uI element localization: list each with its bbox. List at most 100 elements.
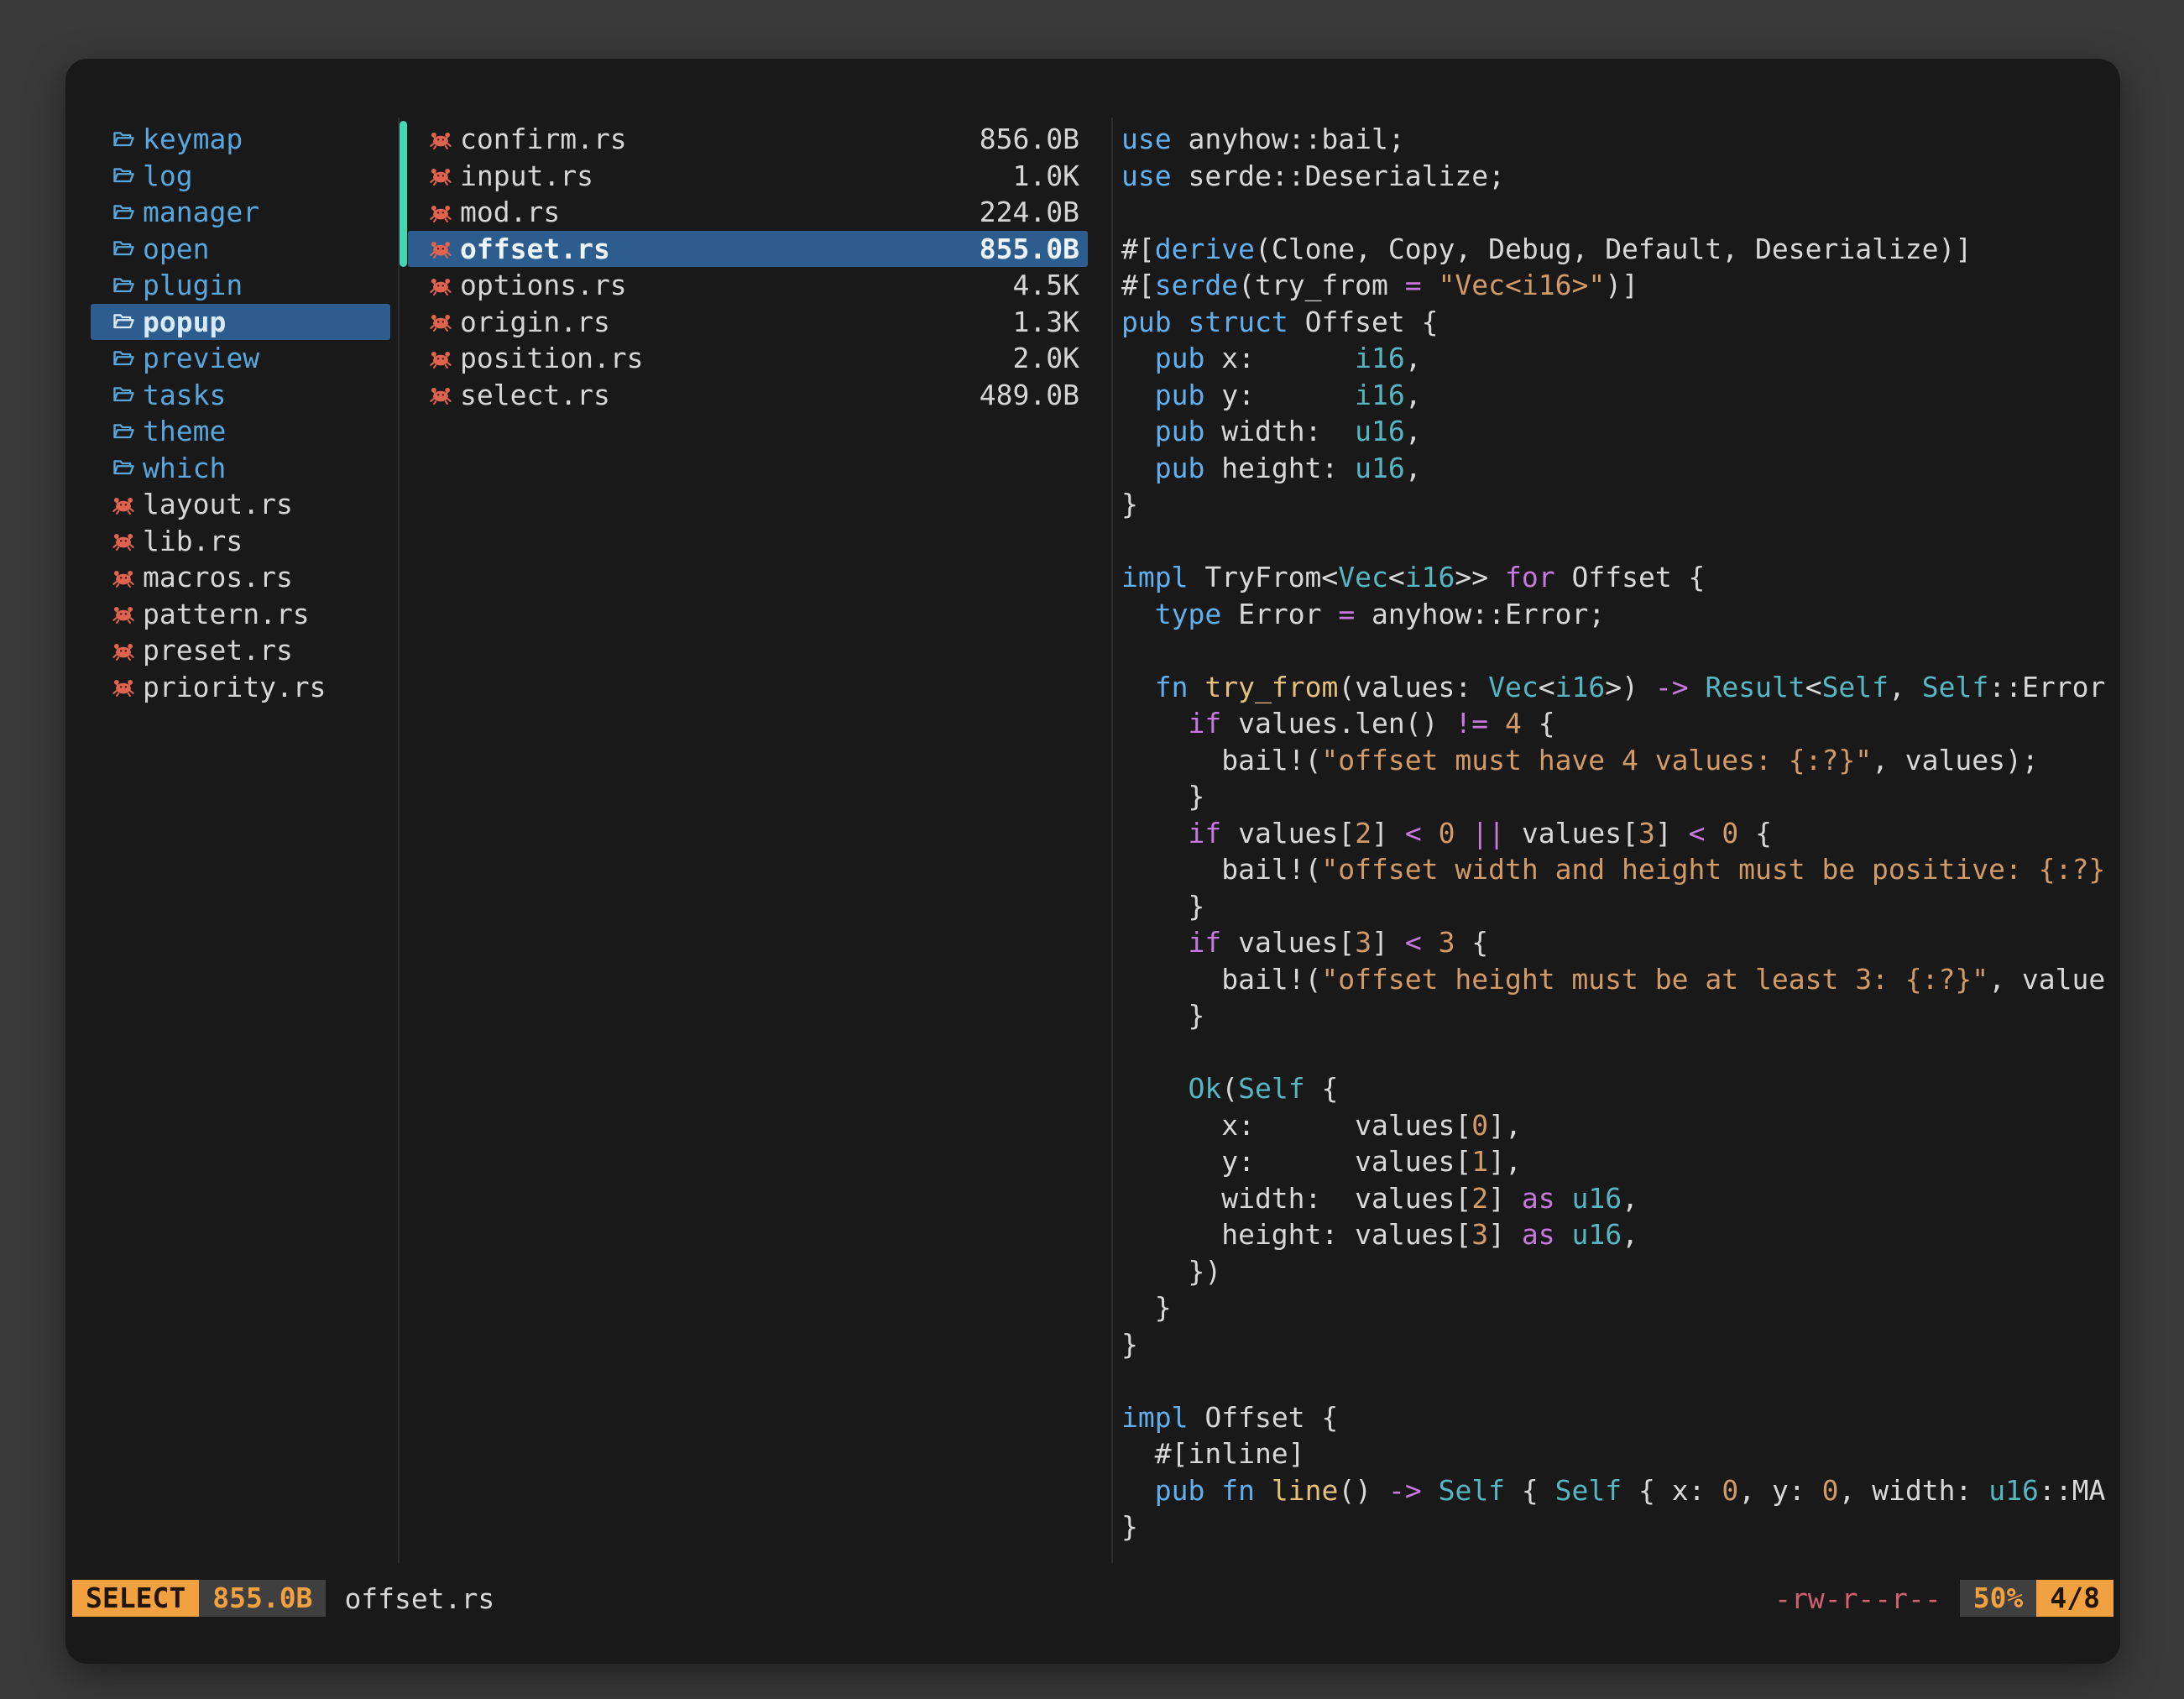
parent-item-pattern.rs[interactable]: pattern.rs xyxy=(91,596,390,633)
code-line: } xyxy=(1121,1289,2113,1326)
code-line: y: values[1], xyxy=(1121,1143,2113,1180)
file-item-origin.rs[interactable]: origin.rs 1.3K xyxy=(408,304,1088,341)
parent-item-plugin[interactable]: plugin xyxy=(91,267,390,304)
item-label: pattern.rs xyxy=(143,598,310,630)
parent-item-open[interactable]: open xyxy=(91,231,390,268)
item-label: plugin xyxy=(143,269,243,301)
code-line: width: values[2] as u16, xyxy=(1121,1180,2113,1217)
file-size: 2.0K xyxy=(1013,342,1079,374)
code-line: #[derive(Clone, Copy, Debug, Default, De… xyxy=(1121,231,2113,268)
rust-crab-icon xyxy=(112,675,135,698)
rust-crab-icon xyxy=(429,237,452,260)
code-line: pub y: i16, xyxy=(1121,377,2113,414)
parent-item-keymap[interactable]: keymap xyxy=(91,121,390,158)
code-line: pub width: u16, xyxy=(1121,413,2113,450)
item-label: priority.rs xyxy=(143,671,327,703)
file-item-position.rs[interactable]: position.rs2.0K xyxy=(408,340,1088,377)
code-line: impl TryFrom<Vec<i16>> for Offset { xyxy=(1121,559,2113,596)
pane-separator-right xyxy=(1111,118,1113,1563)
scrollbar[interactable] xyxy=(400,121,407,267)
rust-crab-icon xyxy=(429,347,452,370)
folder-open-icon xyxy=(112,383,135,406)
file-name: input.rs xyxy=(460,159,593,192)
item-label: preset.rs xyxy=(143,634,293,667)
item-label: popup xyxy=(143,306,226,338)
folder-open-icon xyxy=(112,310,135,333)
current-pane: confirm.rs856.0Binput.rs1.0Kmod.rs 224.0B… xyxy=(408,121,1088,413)
code-line: } xyxy=(1121,888,2113,925)
parent-item-theme[interactable]: theme xyxy=(91,413,390,450)
code-line: } xyxy=(1121,778,2113,815)
parent-item-layout.rs[interactable]: layout.rs xyxy=(91,486,390,523)
folder-open-icon xyxy=(112,420,135,443)
folder-open-icon xyxy=(112,456,135,479)
parent-item-which[interactable]: which xyxy=(91,450,390,487)
preview-pane: use anyhow::bail;use serde::Deserialize;… xyxy=(1121,121,2113,1586)
code-line xyxy=(1121,632,2113,669)
parent-item-tasks[interactable]: tasks xyxy=(91,377,390,414)
code-line: height: values[3] as u16, xyxy=(1121,1216,2113,1253)
code-line: use serde::Deserialize; xyxy=(1121,158,2113,195)
code-line: type Error = anyhow::Error; xyxy=(1121,596,2113,633)
file-name: offset.rs xyxy=(460,233,610,265)
item-label: keymap xyxy=(143,123,243,155)
code-line: } xyxy=(1121,997,2113,1034)
parent-item-log[interactable]: log xyxy=(91,158,390,195)
parent-item-manager[interactable]: manager xyxy=(91,194,390,231)
file-name: mod.rs xyxy=(460,196,560,228)
code-line: impl Offset { xyxy=(1121,1399,2113,1436)
parent-item-macros.rs[interactable]: macros.rs xyxy=(91,559,390,596)
file-permissions: -rw-r--r-- xyxy=(1774,1582,1941,1615)
parent-item-preset.rs[interactable]: preset.rs xyxy=(91,632,390,669)
code-line: }) xyxy=(1121,1253,2113,1290)
item-label: tasks xyxy=(143,379,226,411)
file-size: 224.0B xyxy=(980,196,1079,228)
code-line: if values[2] < 0 || values[3] < 0 { xyxy=(1121,815,2113,852)
file-name: origin.rs xyxy=(460,306,610,338)
code-line xyxy=(1121,523,2113,560)
rust-crab-icon xyxy=(429,201,452,224)
code-line: fn try_from(values: Vec<i16>) -> Result<… xyxy=(1121,669,2113,706)
file-name: select.rs xyxy=(460,379,610,411)
code-line: pub height: u16, xyxy=(1121,450,2113,487)
item-label: layout.rs xyxy=(143,488,293,520)
file-item-select.rs[interactable]: select.rs489.0B xyxy=(408,377,1088,414)
code-line: Ok(Self { xyxy=(1121,1070,2113,1107)
status-bar: SELECT 855.0B offset.rs -rw-r--r-- 50% 4… xyxy=(72,1580,2113,1617)
code-line: pub fn line() -> Self { Self { x: 0, y: … xyxy=(1121,1472,2113,1509)
code-line: if values[3] < 3 { xyxy=(1121,924,2113,961)
parent-item-popup[interactable]: popup xyxy=(91,304,390,341)
scroll-percent-badge: 50% xyxy=(1960,1580,2037,1617)
status-bar-right: -rw-r--r-- 50% 4/8 xyxy=(1774,1580,2113,1617)
rust-crab-icon xyxy=(112,639,135,662)
file-item-confirm.rs[interactable]: confirm.rs856.0B xyxy=(408,121,1088,158)
code-line: pub struct Offset { xyxy=(1121,304,2113,341)
parent-item-priority.rs[interactable]: priority.rs xyxy=(91,669,390,706)
file-name: options.rs xyxy=(460,269,627,301)
rust-crab-icon xyxy=(112,493,135,516)
file-size: 1.3K xyxy=(1013,306,1079,338)
file-item-offset.rs[interactable]: offset.rs855.0B xyxy=(408,231,1088,268)
file-name: confirm.rs xyxy=(460,123,627,155)
file-item-mod.rs[interactable]: mod.rs 224.0B xyxy=(408,194,1088,231)
item-label: lib.rs xyxy=(143,525,243,557)
item-label: theme xyxy=(143,415,226,447)
file-item-options.rs[interactable]: options.rs4.5K xyxy=(408,267,1088,304)
file-manager-window: keymaplogmanageropen plugin popup preview ta… xyxy=(65,59,2120,1664)
item-label: macros.rs xyxy=(143,561,293,593)
status-bar-left: SELECT 855.0B offset.rs xyxy=(72,1580,494,1617)
code-line xyxy=(1121,1362,2113,1399)
parent-item-lib.rs[interactable]: lib.rs xyxy=(91,523,390,560)
folder-open-icon xyxy=(112,201,135,224)
parent-pane: keymaplogmanageropen plugin popup preview ta… xyxy=(91,121,390,705)
file-item-input.rs[interactable]: input.rs1.0K xyxy=(408,158,1088,195)
code-line xyxy=(1121,1034,2113,1071)
item-label: open xyxy=(143,233,209,265)
code-line: #[inline] xyxy=(1121,1435,2113,1472)
code-line: } xyxy=(1121,486,2113,523)
parent-item-preview[interactable]: preview xyxy=(91,340,390,377)
code-line: #[serde(try_from = "Vec<i16>")] xyxy=(1121,267,2113,304)
item-label: preview xyxy=(143,342,259,374)
code-line: } xyxy=(1121,1326,2113,1363)
code-line: bail!("offset width and height must be p… xyxy=(1121,851,2113,888)
